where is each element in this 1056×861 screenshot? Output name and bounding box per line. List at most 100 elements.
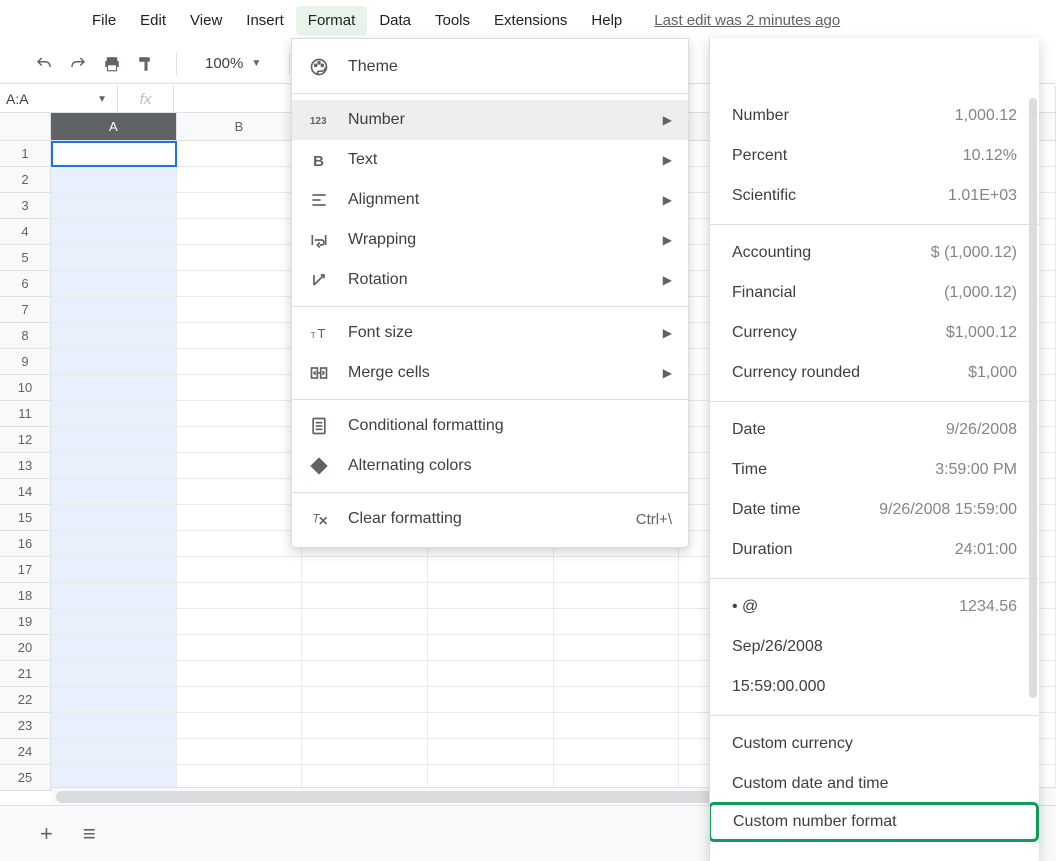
cell[interactable]	[51, 531, 177, 557]
cell[interactable]	[51, 713, 177, 739]
cell[interactable]	[554, 713, 680, 739]
cell[interactable]	[428, 739, 554, 765]
cell[interactable]	[428, 713, 554, 739]
menu-insert[interactable]: Insert	[234, 6, 296, 35]
number-format-currency[interactable]: Currency$1,000.12	[710, 313, 1039, 353]
cell[interactable]	[302, 739, 428, 765]
cell[interactable]	[177, 583, 303, 609]
last-edit-link[interactable]: Last edit was 2 minutes ago	[654, 12, 840, 29]
number-format-financial[interactable]: Financial(1,000.12)	[710, 273, 1039, 313]
row-header[interactable]: 22	[0, 687, 51, 713]
number-format-accounting[interactable]: Accounting$ (1,000.12)	[710, 233, 1039, 273]
cell[interactable]	[302, 687, 428, 713]
cell[interactable]	[51, 375, 177, 401]
row-header[interactable]: 9	[0, 349, 51, 375]
number-format-[interactable]: • @1234.56	[710, 587, 1039, 627]
cell[interactable]	[51, 401, 177, 427]
row-header[interactable]: 13	[0, 453, 51, 479]
cell[interactable]	[51, 141, 177, 167]
row-header[interactable]: 20	[0, 635, 51, 661]
redo-icon[interactable]	[68, 54, 88, 74]
cell[interactable]	[177, 375, 303, 401]
cell[interactable]	[177, 271, 303, 297]
cell[interactable]	[554, 583, 680, 609]
select-all-corner[interactable]	[0, 113, 51, 141]
menu-item-text[interactable]: BText▶	[292, 140, 688, 180]
cell[interactable]	[51, 323, 177, 349]
row-header[interactable]: 10	[0, 375, 51, 401]
cell[interactable]	[51, 297, 177, 323]
number-format-percent[interactable]: Percent10.12%	[710, 136, 1039, 176]
row-header[interactable]: 19	[0, 609, 51, 635]
number-format-number[interactable]: Number1,000.12	[710, 96, 1039, 136]
cell[interactable]	[177, 557, 303, 583]
cell[interactable]	[177, 141, 303, 167]
row-header[interactable]: 2	[0, 167, 51, 193]
cell[interactable]	[51, 661, 177, 687]
paint-format-icon[interactable]	[136, 54, 156, 74]
cell[interactable]	[177, 453, 303, 479]
row-header[interactable]: 25	[0, 765, 51, 791]
menu-item-wrapping[interactable]: Wrapping▶	[292, 220, 688, 260]
number-format-date[interactable]: Date9/26/2008	[710, 410, 1039, 450]
cell[interactable]	[302, 635, 428, 661]
cell[interactable]	[51, 609, 177, 635]
name-box[interactable]: A:A ▼	[0, 86, 118, 112]
number-format-date-time[interactable]: Date time9/26/2008 15:59:00	[710, 490, 1039, 530]
menu-item-conditional-formatting[interactable]: Conditional formatting	[292, 406, 688, 446]
menu-item-alignment[interactable]: Alignment▶	[292, 180, 688, 220]
cell[interactable]	[302, 661, 428, 687]
cell[interactable]	[428, 687, 554, 713]
cell[interactable]	[51, 193, 177, 219]
menu-tools[interactable]: Tools	[423, 6, 482, 35]
cell[interactable]	[302, 713, 428, 739]
cell[interactable]	[177, 635, 303, 661]
cell[interactable]	[428, 609, 554, 635]
cell[interactable]	[51, 505, 177, 531]
cell[interactable]	[177, 297, 303, 323]
menu-extensions[interactable]: Extensions	[482, 6, 579, 35]
cell[interactable]	[177, 531, 303, 557]
menu-item-merge-cells[interactable]: Merge cells▶	[292, 353, 688, 393]
cell[interactable]	[177, 687, 303, 713]
cell[interactable]	[302, 609, 428, 635]
number-format-time[interactable]: Time3:59:00 PM	[710, 450, 1039, 490]
cell[interactable]	[177, 323, 303, 349]
menu-item-font-size[interactable]: TTFont size▶	[292, 313, 688, 353]
number-format-scientific[interactable]: Scientific1.01E+03	[710, 176, 1039, 216]
cell[interactable]	[302, 583, 428, 609]
row-header[interactable]: 8	[0, 323, 51, 349]
cell[interactable]	[51, 427, 177, 453]
cell[interactable]	[51, 635, 177, 661]
cell[interactable]	[51, 583, 177, 609]
cell[interactable]	[177, 401, 303, 427]
cell[interactable]	[428, 583, 554, 609]
cell[interactable]	[177, 193, 303, 219]
number-format-15-59-00-000[interactable]: 15:59:00.000	[710, 667, 1039, 707]
cell[interactable]	[177, 349, 303, 375]
cell[interactable]	[554, 609, 680, 635]
cell[interactable]	[51, 557, 177, 583]
cell[interactable]	[51, 349, 177, 375]
row-header[interactable]: 5	[0, 245, 51, 271]
number-format-custom-number-format[interactable]: Custom number format	[709, 802, 1039, 842]
menu-edit[interactable]: Edit	[128, 6, 178, 35]
menu-item-rotation[interactable]: Rotation▶	[292, 260, 688, 300]
cell[interactable]	[177, 245, 303, 271]
cell[interactable]	[51, 453, 177, 479]
menu-item-theme[interactable]: Theme	[292, 47, 688, 87]
cell[interactable]	[554, 557, 680, 583]
menu-item-clear-formatting[interactable]: TClear formattingCtrl+\	[292, 499, 688, 539]
menu-data[interactable]: Data	[367, 6, 423, 35]
number-format-duration[interactable]: Duration24:01:00	[710, 530, 1039, 570]
menu-file[interactable]: File	[80, 6, 128, 35]
cell[interactable]	[177, 505, 303, 531]
cell[interactable]	[554, 739, 680, 765]
number-format-sep-26-2008[interactable]: Sep/26/2008	[710, 627, 1039, 667]
cell[interactable]	[177, 219, 303, 245]
cell[interactable]	[302, 557, 428, 583]
row-header[interactable]: 11	[0, 401, 51, 427]
row-header[interactable]: 17	[0, 557, 51, 583]
cell[interactable]	[428, 557, 554, 583]
print-icon[interactable]	[102, 54, 122, 74]
